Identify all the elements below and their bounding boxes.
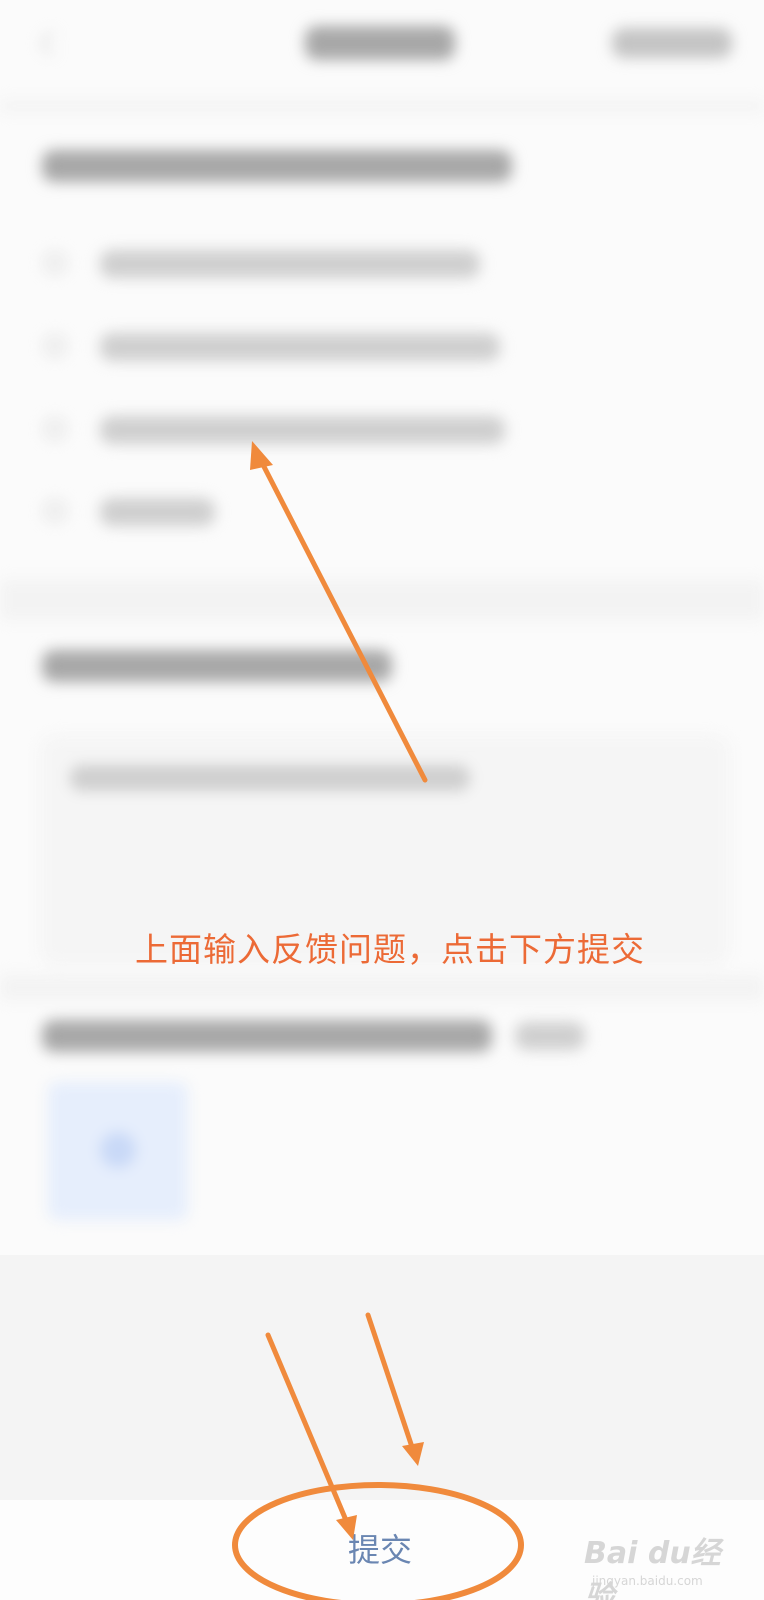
- option-3-label-blurred: [100, 416, 505, 444]
- option-1-radio[interactable]: [44, 252, 66, 274]
- baidu-jingyan-watermark: Bai du经验 jingyan.baidu.com: [584, 1528, 744, 1600]
- question-1-title-blurred: [42, 150, 512, 182]
- question-3-hint-blurred: [515, 1022, 585, 1050]
- nav-title-blurred: [305, 26, 455, 60]
- annotation-caption: 上面输入反馈问题，点击下方提交: [135, 930, 645, 969]
- watermark-sub: jingyan.baidu.com: [592, 1574, 703, 1588]
- option-4-label-blurred: [100, 498, 215, 526]
- bottom-spacer: [0, 1255, 764, 1500]
- option-3-radio[interactable]: [44, 418, 66, 440]
- textarea-placeholder-blurred: [70, 765, 470, 791]
- option-4-radio[interactable]: [44, 500, 66, 522]
- nav-action-blurred[interactable]: [612, 28, 732, 58]
- option-2-radio[interactable]: [44, 335, 66, 357]
- option-1-label-blurred: [100, 250, 480, 278]
- feedback-screen: 提交 上面输入反馈问题，点击下方提交 Bai du经验 jingyan.baid…: [0, 0, 764, 1600]
- header-divider: [0, 100, 764, 112]
- back-chevron-icon[interactable]: [37, 28, 67, 58]
- question-2-title-blurred: [42, 650, 392, 682]
- option-2-label-blurred: [100, 333, 500, 361]
- submit-button[interactable]: 提交: [330, 1528, 430, 1572]
- upload-plus-icon: [100, 1132, 136, 1168]
- watermark-main: Bai du经验: [584, 1536, 721, 1600]
- question-3-title-blurred: [42, 1020, 492, 1052]
- section-divider-1: [0, 580, 764, 620]
